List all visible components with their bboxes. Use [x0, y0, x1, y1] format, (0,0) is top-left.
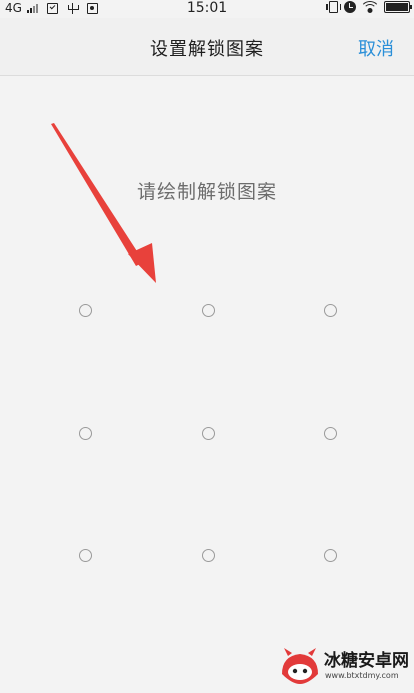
screenshot-notification-icon	[86, 2, 98, 14]
pattern-dot-9[interactable]	[324, 549, 337, 562]
vibrate-icon	[326, 1, 341, 13]
draw-pattern-prompt: 请绘制解锁图案	[136, 181, 277, 203]
status-bar-right	[326, 1, 412, 13]
alarm-icon	[344, 1, 356, 13]
pattern-dot-5[interactable]	[202, 427, 215, 440]
pattern-dot-8[interactable]	[202, 549, 215, 562]
pattern-dot-7[interactable]	[79, 549, 92, 562]
pattern-dot-4[interactable]	[79, 427, 92, 440]
usb-icon	[67, 2, 79, 14]
pattern-dot-6[interactable]	[324, 427, 337, 440]
watermark-url: www.btxtdmy.com	[325, 671, 399, 680]
annotation-arrow	[51, 123, 156, 283]
battery-icon	[384, 1, 412, 13]
message-notification-icon	[46, 2, 58, 14]
watermark-logo-icon	[282, 648, 318, 684]
site-watermark: 冰糖安卓网 www.btxtdmy.com	[278, 642, 412, 690]
status-bar-left: 4G	[5, 1, 98, 15]
status-bar: 4G 15:01	[0, 0, 414, 18]
signal-strength-icon	[26, 3, 38, 13]
watermark-title: 冰糖安卓网	[324, 651, 409, 671]
pattern-dot-1[interactable]	[79, 304, 92, 317]
title-bar: 设置解锁图案 取消	[0, 18, 414, 76]
wifi-icon	[362, 1, 378, 13]
network-type-label: 4G	[5, 1, 22, 15]
page-title: 设置解锁图案	[150, 39, 264, 60]
cancel-button[interactable]: 取消	[358, 35, 394, 61]
pattern-dot-3[interactable]	[324, 304, 337, 317]
pattern-dot-2[interactable]	[202, 304, 215, 317]
